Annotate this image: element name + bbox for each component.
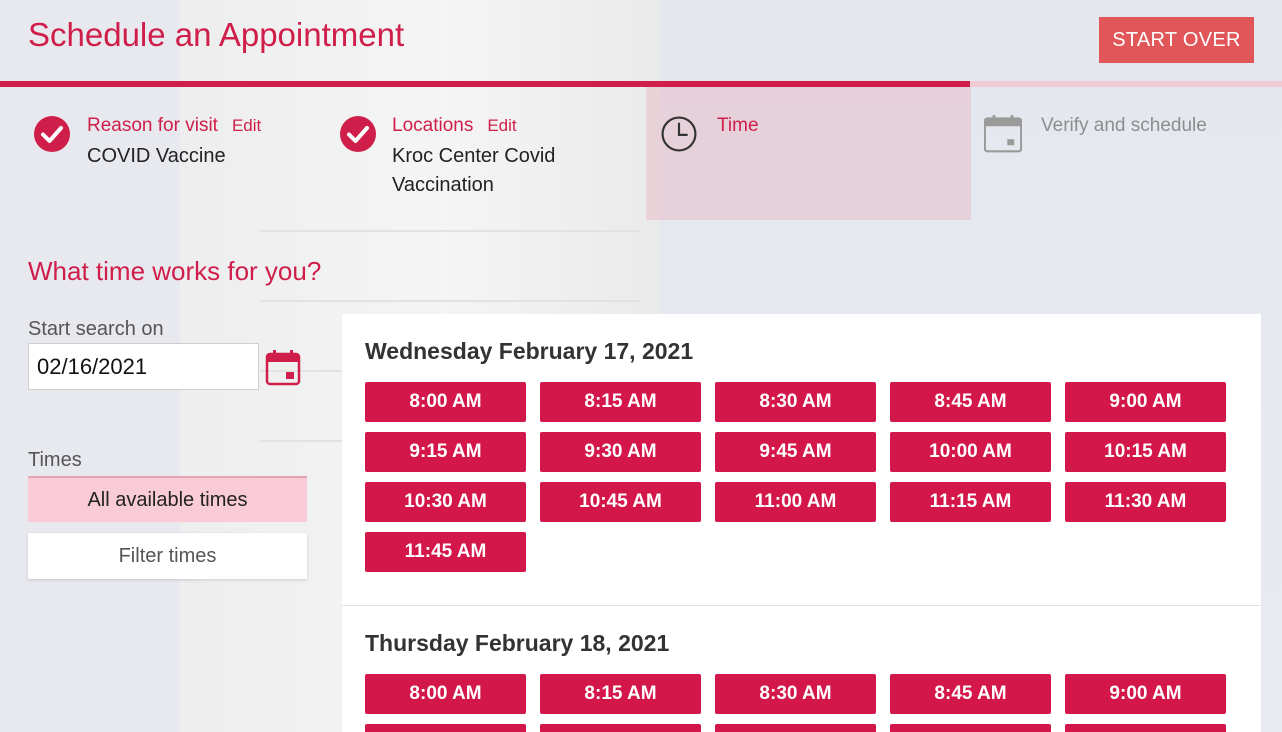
step-label: Verify and schedule: [1041, 115, 1207, 136]
time-slot-button[interactable]: 9:15 AM: [365, 432, 526, 472]
time-slot-button[interactable]: 9:00 AM: [1065, 382, 1226, 422]
time-slot-button[interactable]: 8:15 AM: [540, 674, 701, 714]
day-group: Thursday February 18, 2021 8:00 AM 8:15 …: [342, 605, 1261, 732]
time-slot-button[interactable]: [1065, 724, 1226, 732]
time-slot-button[interactable]: 9:30 AM: [540, 432, 701, 472]
time-slot-button[interactable]: 11:30 AM: [1065, 482, 1226, 522]
step-label: Locations: [392, 115, 474, 136]
section-heading: What time works for you?: [28, 256, 322, 286]
step-indicator: Reason for visit Edit COVID Vaccine Locat…: [0, 87, 1282, 220]
time-slot-button[interactable]: 8:00 AM: [365, 382, 526, 422]
all-times-toggle[interactable]: All available times: [28, 476, 307, 522]
slot-grid: 8:00 AM 8:15 AM 8:30 AM 8:45 AM 9:00 AM: [365, 674, 1261, 732]
start-date-input[interactable]: [28, 343, 259, 390]
calendar-icon[interactable]: [265, 350, 301, 386]
time-slot-button[interactable]: 10:00 AM: [890, 432, 1051, 472]
step-value: Kroc Center Covid Vaccination: [392, 145, 556, 196]
check-circle-icon: [34, 116, 70, 152]
time-slot-panel[interactable]: Wednesday February 17, 2021 8:00 AM 8:15…: [342, 314, 1261, 732]
page-title: Schedule an Appointment: [28, 16, 405, 53]
day-heading: Wednesday February 17, 2021: [365, 338, 694, 364]
step-verify: Verify and schedule: [984, 87, 1282, 220]
time-slot-button[interactable]: 8:45 AM: [890, 674, 1051, 714]
start-search-label: Start search on: [28, 318, 164, 340]
time-slot-button[interactable]: 8:30 AM: [715, 674, 876, 714]
step-label: Time: [717, 115, 759, 136]
edit-locations-link[interactable]: Edit: [487, 116, 516, 135]
step-locations: Locations Edit Kroc Center Covid Vaccinat…: [339, 87, 639, 220]
time-slot-button[interactable]: 11:45 AM: [365, 532, 526, 572]
time-slot-button[interactable]: [890, 724, 1051, 732]
day-heading: Thursday February 18, 2021: [365, 630, 670, 656]
check-circle-icon: [340, 116, 376, 152]
time-slot-button[interactable]: [715, 724, 876, 732]
time-slot-button[interactable]: 11:15 AM: [890, 482, 1051, 522]
time-slot-button[interactable]: 8:45 AM: [890, 382, 1051, 422]
start-over-button[interactable]: START OVER: [1099, 17, 1254, 63]
slot-grid: 8:00 AM 8:15 AM 8:30 AM 8:45 AM 9:00 AM …: [365, 382, 1261, 572]
times-label: Times: [28, 449, 82, 471]
time-slot-button[interactable]: 10:30 AM: [365, 482, 526, 522]
step-label: Reason for visit: [87, 115, 218, 136]
time-slot-button[interactable]: 8:15 AM: [540, 382, 701, 422]
filter-times-toggle[interactable]: Filter times: [28, 533, 307, 579]
time-slot-button[interactable]: [365, 724, 526, 732]
time-slot-button[interactable]: 10:45 AM: [540, 482, 701, 522]
time-slot-button[interactable]: 9:45 AM: [715, 432, 876, 472]
time-slot-button[interactable]: 11:00 AM: [715, 482, 876, 522]
time-slot-button[interactable]: 8:30 AM: [715, 382, 876, 422]
step-reason-for-visit: Reason for visit Edit COVID Vaccine: [33, 87, 323, 220]
clock-icon: [661, 116, 697, 152]
time-slot-button[interactable]: 9:00 AM: [1065, 674, 1226, 714]
time-slot-button[interactable]: [540, 724, 701, 732]
time-slot-button[interactable]: 10:15 AM: [1065, 432, 1226, 472]
calendar-icon: [984, 115, 1022, 153]
step-value: COVID Vaccine: [87, 145, 226, 167]
page-header: Schedule an Appointment START OVER: [0, 0, 1282, 82]
step-time: Time: [646, 87, 971, 220]
time-slot-button[interactable]: 8:00 AM: [365, 674, 526, 714]
day-group: Wednesday February 17, 2021 8:00 AM 8:15…: [342, 314, 1261, 572]
edit-reason-link[interactable]: Edit: [232, 116, 261, 135]
